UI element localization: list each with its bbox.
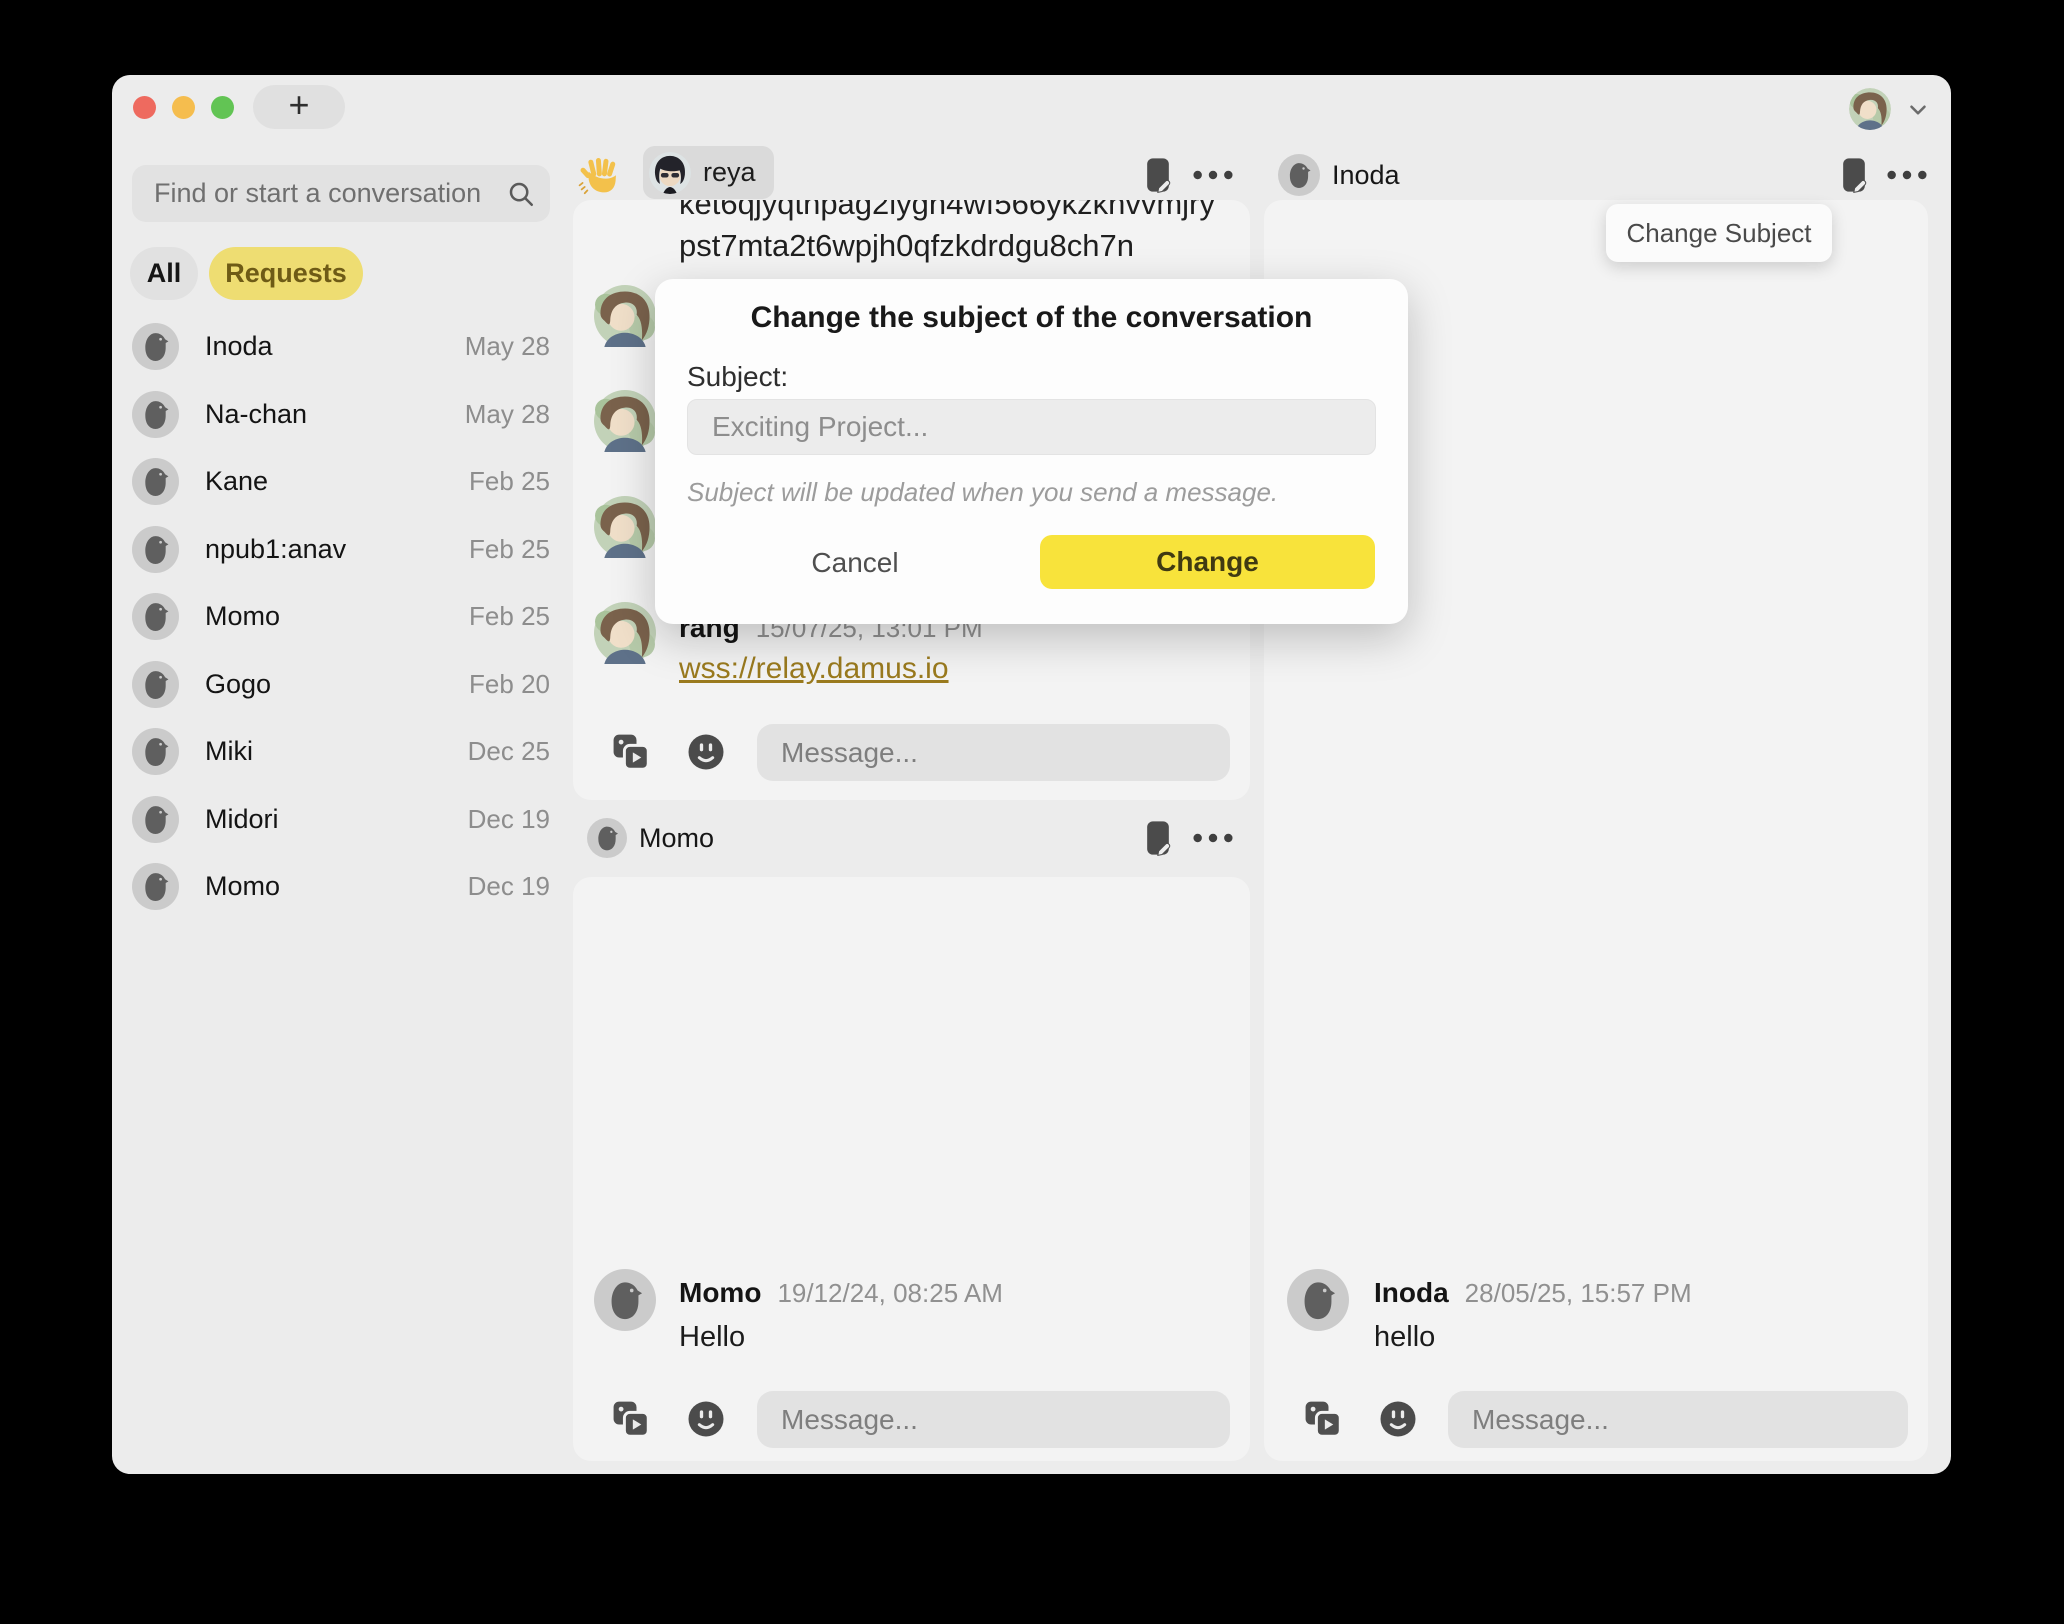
- rang-avatar: [594, 390, 656, 452]
- message-input[interactable]: [1448, 1391, 1908, 1448]
- conversation-name: Na-chan: [205, 399, 307, 430]
- emoji-smiley-icon[interactable]: [686, 732, 726, 772]
- filter-tab-requests[interactable]: Requests: [209, 247, 363, 300]
- reya-avatar: [649, 152, 691, 194]
- default-bird-avatar: [132, 458, 179, 505]
- conversation-name: Inoda: [205, 331, 273, 362]
- conversation-list: Inoda May 28 Na-chan May 28 Kane Feb 25 …: [132, 313, 552, 921]
- change-button[interactable]: Change: [1040, 535, 1375, 589]
- more-options-icon[interactable]: [1884, 163, 1930, 187]
- conversation-row-npub1anav[interactable]: npub1:anav Feb 25: [132, 516, 552, 584]
- chevron-down-icon[interactable]: [1905, 97, 1931, 123]
- message-timestamp: 19/12/24, 08:25 AM: [777, 1278, 1003, 1308]
- change-subject-icon[interactable]: [1138, 153, 1178, 197]
- message-author-row: Inoda 28/05/25, 15:57 PM: [1374, 1277, 1692, 1309]
- conversation-name: npub1:anav: [205, 534, 346, 565]
- conversation-row-inoda[interactable]: Inoda May 28: [132, 313, 552, 381]
- change-subject-dialog: Change the subject of the conversation S…: [655, 279, 1408, 624]
- close-window-button[interactable]: [133, 96, 156, 119]
- conversation-row-midori[interactable]: Midori Dec 19: [132, 786, 552, 854]
- chat-title-pill-reya[interactable]: reya: [643, 146, 774, 199]
- chat-panel-momo: Momo 19/12/24, 08:25 AM Hello: [573, 877, 1250, 1461]
- search-icon: [506, 179, 536, 209]
- filter-tab-all[interactable]: All: [130, 247, 198, 300]
- default-bird-avatar: [132, 593, 179, 640]
- conversation-date: Feb 25: [469, 534, 552, 565]
- npub-text-line2: pst7mta2t6wpjh0qfzkdrdgu8ch7n: [679, 228, 1134, 264]
- more-options-icon[interactable]: [1190, 163, 1236, 187]
- more-options-icon[interactable]: [1190, 826, 1236, 850]
- npub-text-line1: ket6qjyqtnpag2lygn4wf566ykzkhvvmjry: [679, 200, 1215, 222]
- conversation-name: Momo: [205, 601, 280, 632]
- emoji-smiley-icon[interactable]: [686, 1399, 726, 1439]
- conversation-date: Dec 25: [468, 736, 552, 767]
- default-bird-avatar: [1287, 1269, 1349, 1331]
- zoom-window-button[interactable]: [211, 96, 234, 119]
- subject-label: Subject:: [687, 361, 788, 393]
- conversation-date: Feb 25: [469, 466, 552, 497]
- search-conversation-field: [132, 165, 550, 222]
- default-bird-avatar: [132, 661, 179, 708]
- message-author: Momo: [679, 1277, 761, 1308]
- conversation-name: Kane: [205, 466, 268, 497]
- chat-title: reya: [703, 157, 756, 188]
- conversation-date: Dec 19: [468, 871, 552, 902]
- rang-avatar: [594, 285, 656, 347]
- default-bird-avatar: [594, 1269, 656, 1331]
- subject-input[interactable]: [687, 399, 1376, 455]
- media-picker-icon[interactable]: [609, 730, 653, 774]
- chat-title: Momo: [639, 817, 714, 859]
- chat-title: Inoda: [1332, 154, 1400, 196]
- message-author-row: Momo 19/12/24, 08:25 AM: [679, 1277, 1003, 1309]
- message-input[interactable]: [757, 1391, 1230, 1448]
- minimize-window-button[interactable]: [172, 96, 195, 119]
- conversation-row-nachan[interactable]: Na-chan May 28: [132, 381, 552, 449]
- conversation-name: Miki: [205, 736, 253, 767]
- conversation-date: Feb 25: [469, 601, 552, 632]
- conversation-date: May 28: [465, 399, 552, 430]
- change-subject-icon[interactable]: [1138, 816, 1178, 860]
- default-bird-avatar: [132, 526, 179, 573]
- emoji-smiley-icon[interactable]: [1378, 1399, 1418, 1439]
- cancel-button[interactable]: Cancel: [755, 537, 955, 589]
- current-user-avatar[interactable]: [1849, 88, 1891, 130]
- default-bird-avatar: [132, 323, 179, 370]
- default-bird-avatar: [132, 796, 179, 843]
- rang-avatar: [594, 602, 656, 664]
- conversation-name: Momo: [205, 871, 280, 902]
- default-bird-avatar: [1278, 154, 1320, 196]
- conversation-row-gogo[interactable]: Gogo Feb 20: [132, 651, 552, 719]
- message-text: Hello: [679, 1321, 745, 1354]
- default-bird-avatar: [132, 863, 179, 910]
- conversation-date: Dec 19: [468, 804, 552, 835]
- message-text: hello: [1374, 1321, 1435, 1354]
- default-bird-avatar: [132, 728, 179, 775]
- new-conversation-button[interactable]: +: [253, 85, 345, 129]
- change-subject-icon[interactable]: [1834, 153, 1874, 197]
- media-picker-icon[interactable]: [1301, 1397, 1345, 1441]
- conversation-date: Feb 20: [469, 669, 552, 700]
- conversation-row-momo2[interactable]: Momo Dec 19: [132, 853, 552, 921]
- conversation-name: Midori: [205, 804, 279, 835]
- conversation-name: Gogo: [205, 669, 271, 700]
- conversation-row-momo[interactable]: Momo Feb 25: [132, 583, 552, 651]
- app-window: + All Requests Inoda May 28 Na-chan May …: [112, 75, 1951, 1474]
- wave-hand-icon: [578, 153, 624, 199]
- message-input[interactable]: [757, 724, 1230, 781]
- dialog-note: Subject will be updated when you send a …: [687, 477, 1278, 508]
- media-picker-icon[interactable]: [609, 1397, 653, 1441]
- rang-avatar: [594, 496, 656, 558]
- search-input[interactable]: [132, 165, 550, 222]
- relay-link[interactable]: wss://relay.damus.io: [679, 652, 949, 686]
- dialog-title: Change the subject of the conversation: [655, 301, 1408, 335]
- conversation-row-kane[interactable]: Kane Feb 25: [132, 448, 552, 516]
- message-timestamp: 28/05/25, 15:57 PM: [1465, 1278, 1692, 1308]
- default-bird-avatar: [132, 391, 179, 438]
- conversation-row-miki[interactable]: Miki Dec 25: [132, 718, 552, 786]
- default-bird-avatar: [587, 818, 627, 858]
- conversation-date: May 28: [465, 331, 552, 362]
- change-subject-tooltip: Change Subject: [1606, 204, 1832, 262]
- message-author: Inoda: [1374, 1277, 1449, 1308]
